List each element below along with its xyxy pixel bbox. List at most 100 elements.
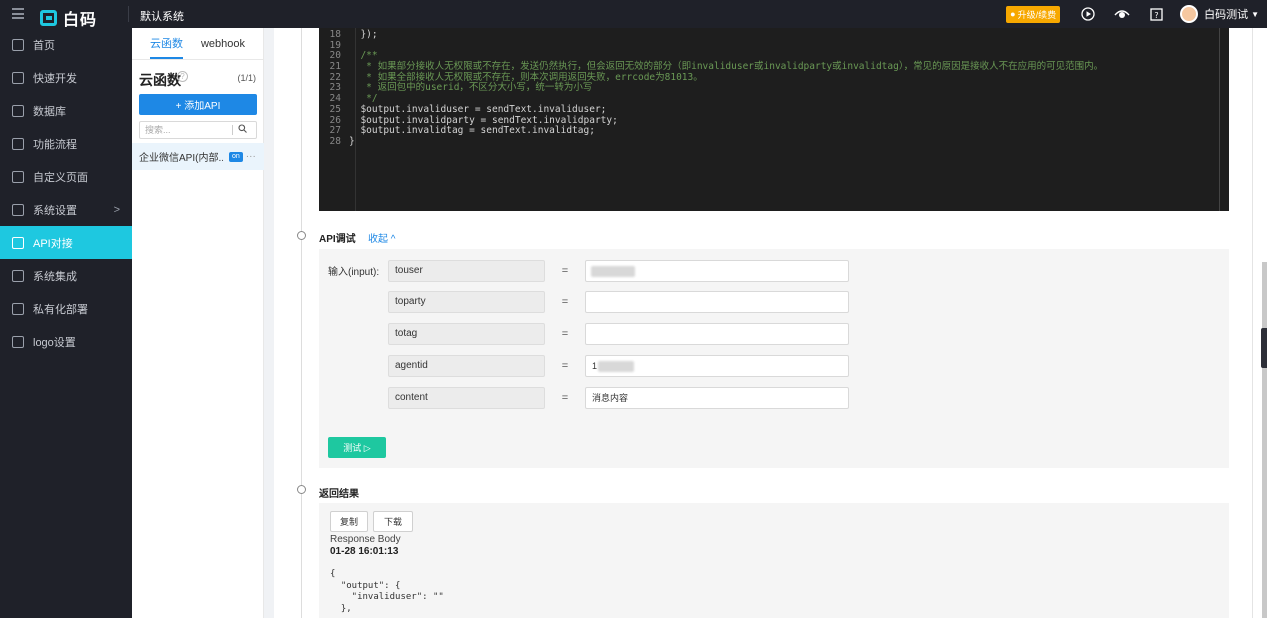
sidebar-item[interactable]: 功能流程	[0, 127, 132, 160]
server-icon	[12, 302, 24, 315]
line-number: 25	[329, 103, 341, 115]
tab-cloud-function[interactable]: 云函数	[149, 28, 183, 59]
add-api-button[interactable]: + 添加API	[139, 94, 257, 115]
response-label: Response Body	[330, 534, 401, 545]
side-widget-tab[interactable]	[1261, 328, 1267, 368]
code-editor[interactable]: 18 }); 19 20 /** 21 * 如果部分接收人无权限或不存在，发送仍然执行…	[319, 28, 1229, 211]
param-row: touser =	[388, 260, 849, 282]
code-line: 19	[319, 40, 1229, 52]
timeline-line	[301, 28, 302, 618]
code-text: $output.invalidtag = sendText.invalidtag…	[349, 125, 595, 137]
param-row: agentid = 1	[388, 355, 849, 377]
collapse-toggle[interactable]: 收起 ^	[368, 230, 395, 245]
code-line: 18 });	[319, 29, 1229, 41]
sidebar-item-label: logo设置	[33, 336, 76, 349]
help-doc-icon[interactable]: ?	[1146, 4, 1166, 24]
param-value-input[interactable]: 消息内容	[585, 387, 849, 409]
svg-text:?: ?	[1154, 11, 1158, 20]
cube-icon	[12, 71, 24, 84]
page-scrollbar-thumb[interactable]	[1262, 262, 1267, 618]
logo-icon	[12, 335, 24, 348]
user-name[interactable]: 白码测试	[1204, 6, 1248, 22]
top-bar: 白码 默认系统 ● 升级/续费 ? 白码测试 ▼	[0, 0, 1267, 30]
sidebar-item-label: 首页	[33, 39, 55, 52]
param-name: content	[388, 387, 545, 409]
line-number: 28	[329, 135, 341, 147]
menu-toggle-icon[interactable]	[12, 8, 24, 19]
avatar[interactable]	[1180, 5, 1199, 23]
sidebar-item[interactable]: 数据库	[0, 94, 132, 127]
search-icon[interactable]	[233, 124, 251, 136]
coin-icon: ●	[1010, 9, 1016, 19]
sidebar-item[interactable]: 系统设置 >	[0, 193, 132, 226]
copy-button[interactable]: 复制	[330, 511, 368, 532]
chevron-right-icon: >	[113, 203, 120, 216]
code-line: 27 $output.invalidtag = sendText.invalid…	[319, 125, 1229, 137]
more-icon[interactable]: ···	[246, 151, 256, 162]
equals-sign: =	[561, 265, 569, 277]
sidebar-item-label: 私有化部署	[33, 303, 88, 316]
api-list-panel: 云函数 webhook 云函数 ? (1/1) + 添加API 企业微信API(…	[132, 28, 264, 618]
redacted-value	[591, 266, 635, 277]
param-value-input[interactable]: 1	[585, 355, 849, 377]
param-value-input[interactable]	[585, 291, 849, 313]
app-logo[interactable]: 白码	[40, 6, 97, 30]
sidebar-item[interactable]: 自定义页面	[0, 160, 132, 193]
param-row: content = 消息内容	[388, 387, 849, 409]
sidebar-item-label: 数据库	[33, 105, 66, 118]
sidebar-item-label: API对接	[33, 237, 73, 250]
code-line: 28}	[319, 135, 1229, 148]
test-button[interactable]: 测试 ▷	[328, 437, 386, 458]
sidebar-item[interactable]: 系统集成	[0, 259, 132, 292]
flow-icon	[12, 137, 24, 150]
equals-sign: =	[561, 328, 569, 340]
param-value-input[interactable]	[585, 323, 849, 345]
param-value-input[interactable]	[585, 260, 849, 282]
api-item-name: 企业微信API(内部...	[139, 153, 223, 164]
system-name[interactable]: 默认系统	[140, 8, 184, 24]
tab-webhook[interactable]: webhook	[201, 28, 245, 59]
caret-down-icon[interactable]: ▼	[1251, 10, 1259, 19]
input-label: 输入(input):	[328, 267, 380, 278]
sidebar-item[interactable]: 私有化部署	[0, 292, 132, 325]
timeline-dot	[297, 485, 306, 494]
param-name: toparty	[388, 291, 545, 313]
sidebar-item-label: 快速开发	[33, 72, 77, 85]
param-value: 1	[592, 361, 598, 371]
status-badge[interactable]: on	[229, 151, 243, 162]
api-test-panel: 输入(input): touser = toparty = totag = ag…	[319, 249, 1229, 468]
help-circle-icon[interactable]: ?	[177, 71, 188, 82]
result-panel: 复制 下载 Response Body 01-28 16:01:13 { "ou…	[319, 503, 1229, 618]
sidebar-item[interactable]: 快速开发	[0, 61, 132, 94]
param-value: 消息内容	[592, 393, 629, 403]
code-text: }	[349, 135, 355, 147]
main-content: 18 }); 19 20 /** 21 * 如果部分接收人无权限或不存在，发送仍然执行…	[274, 28, 1252, 618]
sidebar-item-label: 系统设置	[33, 204, 77, 217]
logo-text: 白码	[63, 12, 98, 29]
param-row: toparty =	[388, 291, 849, 313]
top-right-tools: ● 升级/续费 ? 白码测试 ▼	[1006, 4, 1259, 24]
download-button[interactable]: 下载	[373, 511, 413, 532]
sidebar-item[interactable]: logo设置	[0, 325, 132, 358]
sidebar-item[interactable]: API对接	[0, 226, 132, 259]
panel-title: 云函数	[139, 72, 181, 88]
api-icon	[12, 236, 24, 249]
logo-mark-icon	[40, 10, 57, 26]
home-icon	[12, 38, 24, 51]
left-nav: 首页快速开发数据库功能流程 自定义页面系统设置 > API对接系统集成私有化部署 log…	[0, 28, 132, 618]
sidebar-item[interactable]: 首页	[0, 28, 132, 61]
timeline-dot	[297, 231, 306, 240]
divider	[128, 6, 129, 22]
eye-icon[interactable]	[1112, 4, 1132, 24]
editor-scrollbar[interactable]	[1219, 28, 1220, 211]
layers-icon	[12, 269, 24, 282]
gutter-divider	[355, 28, 356, 211]
result-title: 返回结果	[319, 489, 359, 500]
play-icon[interactable]	[1078, 4, 1098, 24]
search-box	[139, 121, 257, 139]
upgrade-button[interactable]: ● 升级/续费	[1006, 5, 1061, 23]
api-type-tabs: 云函数 webhook	[132, 28, 263, 60]
api-list-item[interactable]: 企业微信API(内部... on ···	[132, 143, 264, 170]
param-name: touser	[388, 260, 545, 282]
search-input[interactable]	[140, 125, 232, 135]
